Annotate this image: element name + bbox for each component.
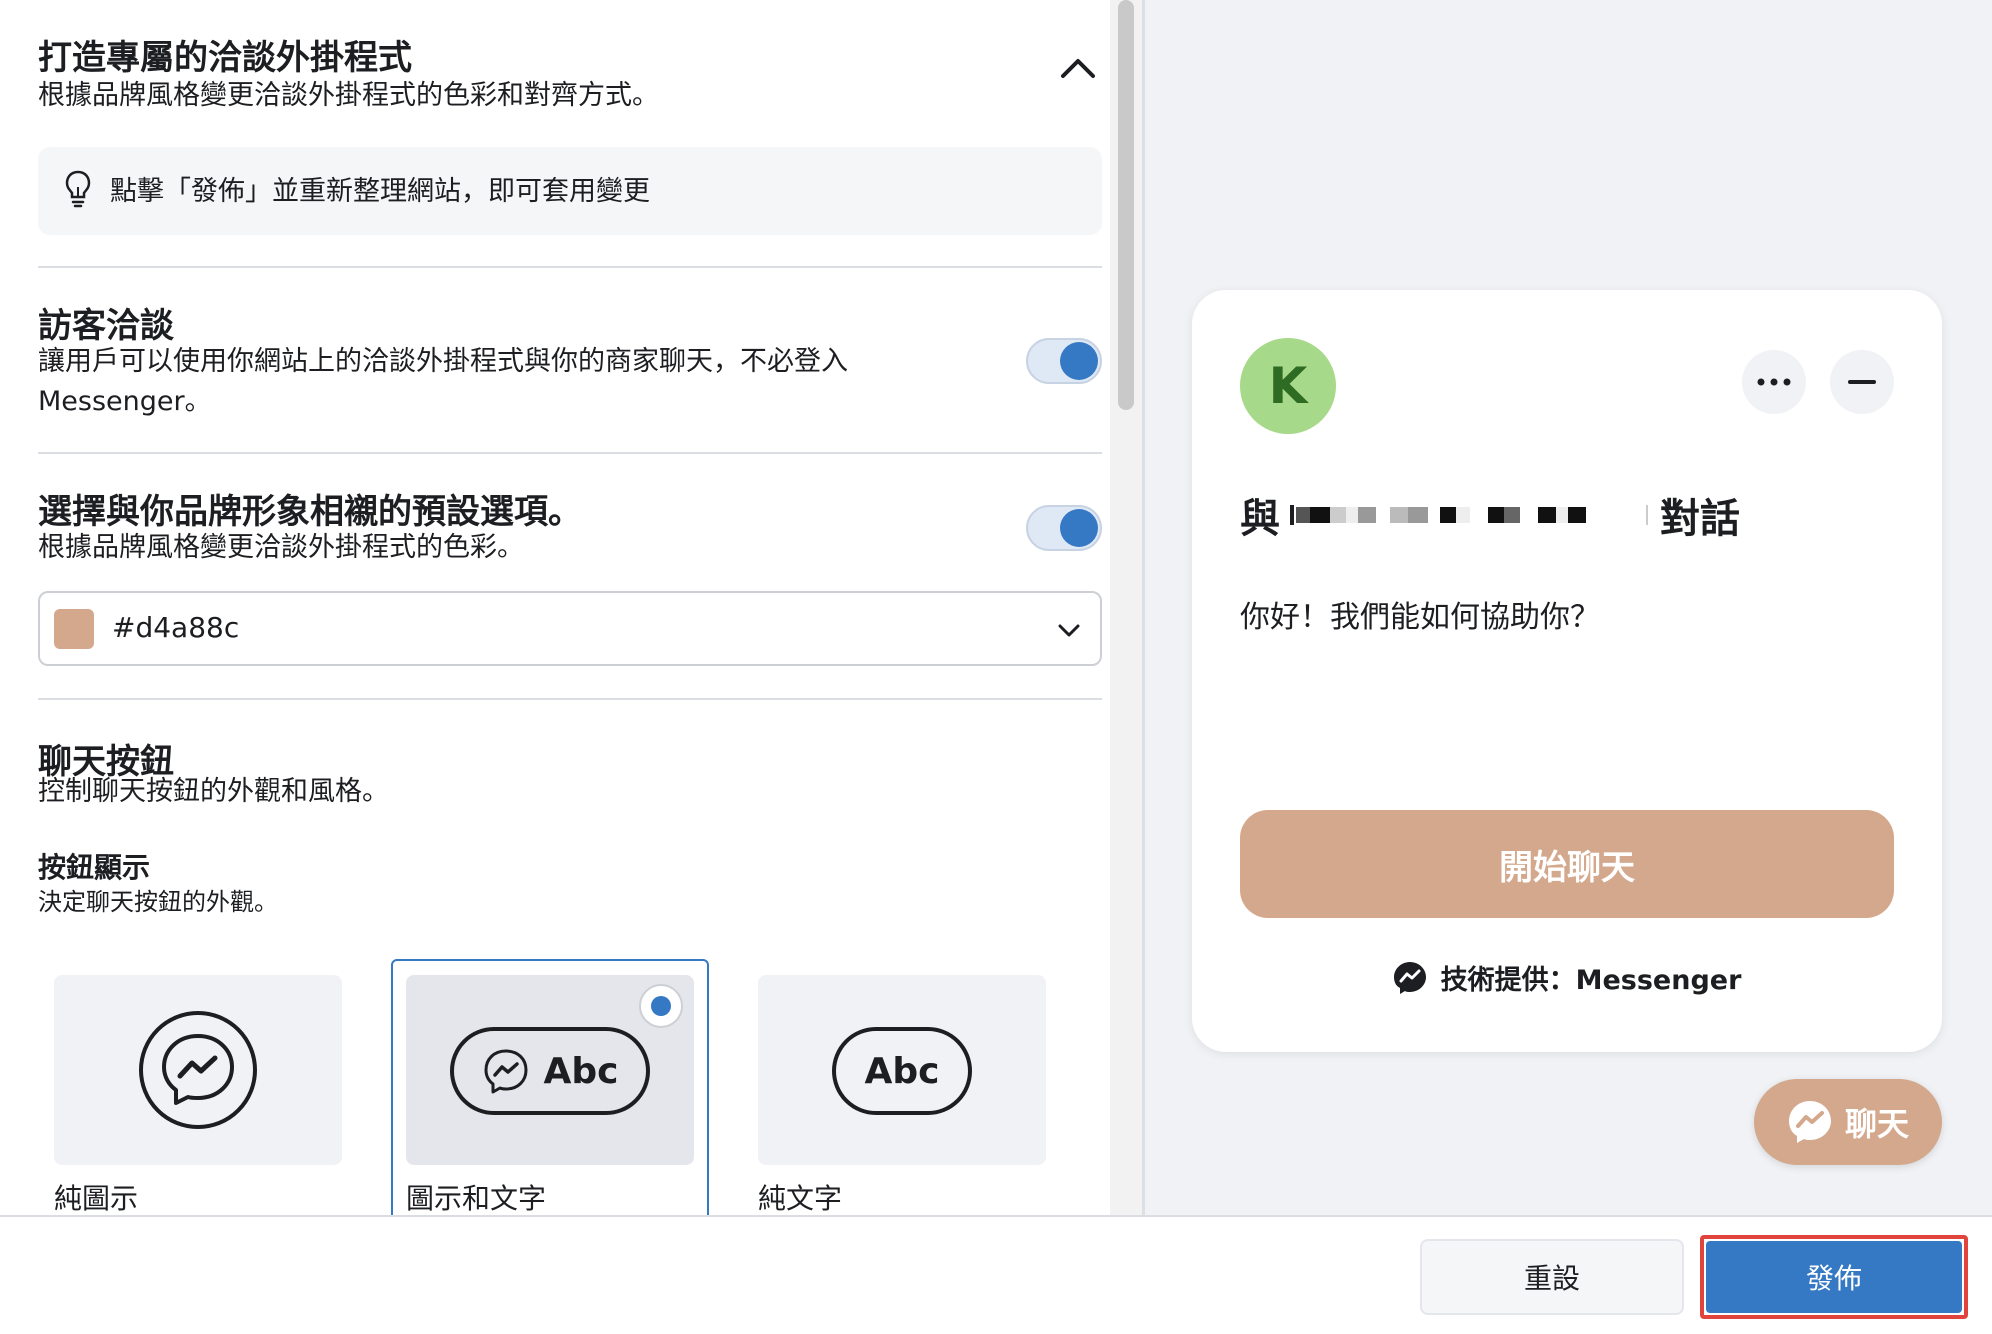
button-option-icon-only[interactable] <box>54 975 342 1165</box>
collapse-button[interactable] <box>1055 45 1101 91</box>
conversation-title-prefix: 與 <box>1240 496 1280 542</box>
button-option-label: 純圖示 <box>54 1182 139 1215</box>
footer-bar: 重設 發佈 <box>0 1215 1992 1334</box>
scrollbar-thumb[interactable] <box>1118 0 1134 410</box>
preset-description: 根據品牌風格變更洽談外掛程式的色彩。 <box>38 532 524 563</box>
more-horizontal-icon <box>1757 378 1791 386</box>
color-select[interactable]: #d4a88c <box>38 591 1102 666</box>
chat-plugin-preview: K 與 對話 你好！我們能如何協助你？ 開始聊天 技術提供：Messenger <box>1192 290 1942 1052</box>
chevron-up-icon <box>1061 59 1095 78</box>
lightbulb-icon <box>65 170 91 208</box>
customize-description: 根據品牌風格變更洽談外掛程式的色彩和對齊方式。 <box>38 80 659 111</box>
powered-by: 技術提供：Messenger <box>1192 958 1942 997</box>
minimize-button[interactable] <box>1830 350 1894 414</box>
button-display-description: 決定聊天按鈕的外觀。 <box>38 888 278 916</box>
section-divider <box>38 452 1102 454</box>
settings-panel: 打造專屬的洽談外掛程式 根據品牌風格變更洽談外掛程式的色彩和對齊方式。 點擊「發… <box>0 0 1110 1215</box>
toggle-knob <box>1060 342 1098 380</box>
messenger-icon <box>1393 961 1426 994</box>
minimize-icon <box>1848 380 1876 384</box>
radio-dot <box>651 996 671 1016</box>
tip-banner: 點擊「發佈」並重新整理網站，即可套用變更 <box>38 147 1102 235</box>
button-preview-text: Abc <box>543 1050 619 1092</box>
customize-title: 打造專屬的洽談外掛程式 <box>38 38 412 78</box>
powered-by-text: 技術提供：Messenger <box>1440 965 1742 996</box>
guest-chat-title: 訪客洽談 <box>38 306 174 346</box>
guest-chat-toggle[interactable] <box>1026 338 1102 384</box>
conversation-title-suffix: 對話 <box>1660 496 1740 542</box>
messenger-icon <box>1788 1101 1831 1143</box>
chevron-down-icon <box>1058 624 1080 637</box>
section-divider <box>38 698 1102 700</box>
button-option-label: 純文字 <box>758 1182 843 1215</box>
publish-button[interactable]: 發佈 <box>1706 1241 1962 1313</box>
reset-button[interactable]: 重設 <box>1420 1239 1684 1315</box>
color-value: #d4a88c <box>112 611 240 644</box>
button-preview-text: Abc <box>864 1050 940 1092</box>
color-swatch <box>54 609 94 649</box>
button-preview-pill: Abc <box>832 1027 972 1115</box>
guest-chat-description-line1: 讓用戶可以使用你網站上的洽談外掛程式與你的商家聊天，不必登入 <box>38 346 848 377</box>
greeting-message: 你好！我們能如何協助你？ <box>1240 600 1600 635</box>
more-options-button[interactable] <box>1742 350 1806 414</box>
avatar: K <box>1240 338 1336 434</box>
guest-chat-description-line2: Messenger。 <box>38 386 212 417</box>
button-display-title: 按鈕顯示 <box>38 851 151 884</box>
preset-toggle[interactable] <box>1026 505 1102 551</box>
button-preview-pill: Abc <box>450 1027 650 1115</box>
floating-chat-button[interactable]: 聊天 <box>1754 1079 1942 1165</box>
floating-chat-label: 聊天 <box>1844 1105 1909 1143</box>
redacted-business-name <box>1290 505 1648 525</box>
conversation-title: 與 對話 <box>1240 486 1740 544</box>
messenger-icon <box>484 1049 527 1094</box>
button-option-text-only[interactable]: Abc <box>758 975 1046 1165</box>
messenger-icon <box>139 1011 257 1129</box>
button-option-label: 圖示和文字 <box>406 1182 547 1215</box>
chat-button-description: 控制聊天按鈕的外觀和風格。 <box>38 776 389 807</box>
section-divider <box>38 266 1102 268</box>
start-chat-button[interactable]: 開始聊天 <box>1240 810 1894 918</box>
preset-title: 選擇與你品牌形象相襯的預設選項。 <box>38 492 582 532</box>
toggle-knob <box>1060 509 1098 547</box>
tip-text: 點擊「發佈」並重新整理網站，即可套用變更 <box>110 176 650 207</box>
selected-radio[interactable] <box>639 984 683 1028</box>
